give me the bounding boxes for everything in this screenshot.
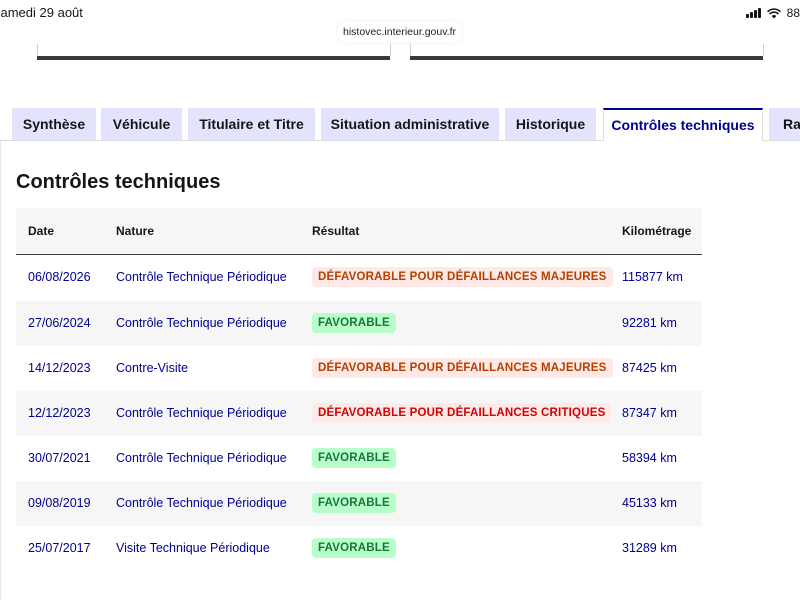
row-date: 06/08/2026 <box>28 270 91 284</box>
row-date: 09/08/2019 <box>28 496 91 510</box>
address-bar[interactable]: histovec.interieur.gouv.fr <box>337 22 462 42</box>
tab-controles-techniques[interactable]: Contrôles techniques <box>603 108 763 141</box>
progress-bar-left <box>37 56 390 60</box>
row-km: 45133 km <box>622 496 677 510</box>
progress-bar-right <box>410 56 763 60</box>
tab-historique[interactable]: Historique <box>505 108 596 140</box>
divider <box>390 44 391 56</box>
row-date: 25/07/2017 <box>28 541 91 555</box>
status-badge: DÉFAVORABLE POUR DÉFAILLANCES MAJEURES <box>312 267 613 287</box>
row-date: 12/12/2023 <box>28 406 91 420</box>
row-nature: Contrôle Technique Périodique <box>116 496 287 510</box>
row-date: 14/12/2023 <box>28 361 91 375</box>
tab-situation-administrative[interactable]: Situation administrative <box>321 108 499 140</box>
page-title: Contrôles techniques <box>16 171 221 193</box>
row-date: 30/07/2021 <box>28 451 91 465</box>
divider <box>763 44 764 56</box>
controles-table: Date Nature Résultat Kilométrage 06/08/2… <box>16 208 702 571</box>
table-header: Date Nature Résultat Kilométrage <box>16 208 702 255</box>
row-date: 27/06/2024 <box>28 316 91 330</box>
tab-vehicule[interactable]: Véhicule <box>101 108 182 140</box>
row-km: 87425 km <box>622 361 677 375</box>
row-km: 58394 km <box>622 451 677 465</box>
status-badge: FAVORABLE <box>312 448 396 468</box>
status-badge: DÉFAVORABLE POUR DÉFAILLANCES CRITIQUES <box>312 403 612 423</box>
panel-border <box>0 141 1 600</box>
status-icons: 88 <box>745 6 800 20</box>
row-nature: Contre-Visite <box>116 361 189 375</box>
column-header-result: Résultat <box>312 224 360 238</box>
column-header-km: Kilométrage <box>622 224 692 238</box>
status-badge: FAVORABLE <box>312 313 396 333</box>
status-badge: FAVORABLE <box>312 493 396 513</box>
row-nature: Contrôle Technique Périodique <box>116 270 287 284</box>
column-header-date: Date <box>28 224 55 238</box>
table-row: 27/06/2024 Contrôle Technique Périodique… <box>16 301 702 346</box>
table-row: 06/08/2026 Contrôle Technique Périodique… <box>16 255 702 301</box>
table-row: 14/12/2023 Contre-Visite DÉFAVORABLE POU… <box>16 346 702 391</box>
table-row: 09/08/2019 Contrôle Technique Périodique… <box>16 481 702 526</box>
status-badge: DÉFAVORABLE POUR DÉFAILLANCES MAJEURES <box>312 358 613 378</box>
row-nature: Contrôle Technique Périodique <box>116 406 287 420</box>
row-km: 87347 km <box>622 406 677 420</box>
divider <box>37 44 38 56</box>
tab-titulaire-et-titre[interactable]: Titulaire et Titre <box>188 108 315 140</box>
status-bar: samedi 29 août 88 <box>0 0 800 24</box>
row-nature: Contrôle Technique Périodique <box>116 451 287 465</box>
row-nature: Contrôle Technique Périodique <box>116 316 287 330</box>
tab-bar: Synthèse Véhicule Titulaire et Titre Sit… <box>0 108 800 141</box>
table-row: 12/12/2023 Contrôle Technique Périodique… <box>16 391 702 436</box>
status-badge: FAVORABLE <box>312 538 396 558</box>
tab-rapport[interactable]: Rap <box>769 108 800 140</box>
wifi-icon <box>766 7 781 18</box>
status-date: samedi 29 août <box>0 5 83 20</box>
battery-level: 88 <box>786 6 800 20</box>
column-header-nature: Nature <box>116 224 155 238</box>
row-nature: Visite Technique Périodique <box>116 541 270 555</box>
tab-synthese[interactable]: Synthèse <box>12 108 96 140</box>
table-row: 25/07/2017 Visite Technique Périodique F… <box>16 526 702 571</box>
row-km: 31289 km <box>622 541 677 555</box>
row-km: 115877 km <box>622 270 683 284</box>
divider <box>410 44 411 56</box>
table-row: 30/07/2021 Contrôle Technique Périodique… <box>16 436 702 481</box>
cellular-signal-icon <box>745 8 761 18</box>
row-km: 92281 km <box>622 316 677 330</box>
